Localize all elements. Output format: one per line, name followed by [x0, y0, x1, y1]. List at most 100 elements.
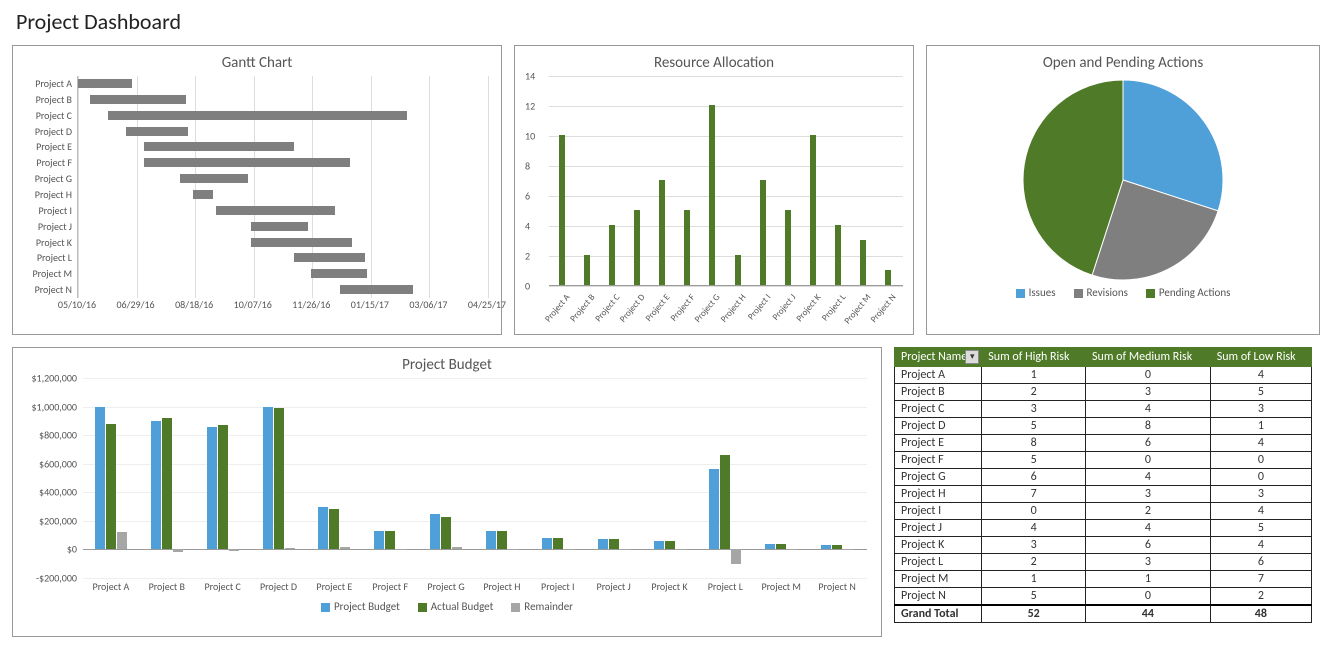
cell-name: Project H — [895, 486, 982, 503]
resource-x-tick: Project D — [618, 292, 648, 325]
budget-chart-panel: Project Budget -$200,000$0$200,000$400,0… — [12, 347, 882, 637]
page-title: Project Dashboard — [16, 8, 1324, 35]
cell-name: Project E — [895, 435, 982, 452]
pie-legend: Issues Revisions Pending Actions — [927, 286, 1319, 299]
gantt-row-label: Project E — [22, 139, 72, 154]
budget-x-tick: Project F — [372, 580, 408, 593]
resource-y-tick: 12 — [525, 100, 535, 113]
budget-x-tick: Project A — [93, 580, 130, 593]
resource-bar — [785, 210, 791, 285]
budget-bar — [665, 541, 675, 550]
gantt-row-label: Project C — [22, 108, 72, 123]
budget-x-tick: Project I — [541, 580, 575, 593]
budget-bar — [95, 407, 105, 550]
budget-bar — [731, 549, 741, 563]
cell-med: 4 — [1086, 520, 1211, 537]
resource-x-tick: Project C — [593, 292, 622, 324]
budget-bar — [263, 407, 273, 550]
pie-title: Open and Pending Actions — [927, 46, 1319, 76]
budget-bar — [162, 418, 172, 549]
resource-x-tick: Project I — [745, 292, 773, 322]
gantt-bar — [216, 206, 334, 215]
resource-x-tick: Project E — [643, 292, 672, 324]
budget-title: Project Budget — [13, 348, 881, 378]
cell-name: Project L — [895, 554, 982, 571]
budget-bar — [106, 424, 116, 550]
budget-x-tick: Project L — [708, 580, 743, 593]
budget-legend: Project Budget Actual Budget Remainder — [13, 600, 881, 613]
budget-bar — [497, 531, 507, 550]
gantt-x-tick: 06/29/16 — [116, 298, 154, 311]
legend-actual-budget: Actual Budget — [418, 600, 494, 613]
gantt-chart-panel: Gantt Chart Project AProject BProject CP… — [12, 45, 502, 335]
resource-x-tick: Project G — [693, 292, 723, 325]
pie-chart-panel: Open and Pending Actions Issues Revision… — [926, 45, 1320, 335]
resource-bar — [810, 135, 816, 285]
table-row: Project D 5 8 1 — [895, 418, 1312, 435]
cell-high: 3 — [982, 401, 1086, 418]
gantt-bar — [180, 174, 248, 183]
budget-bar — [843, 549, 853, 550]
gantt-row-label: Project G — [22, 171, 72, 186]
cell-high: 52 — [982, 605, 1086, 623]
budget-bar — [620, 549, 630, 550]
resource-bar — [735, 255, 741, 285]
cell-high: 8 — [982, 435, 1086, 452]
resource-bar — [684, 210, 690, 285]
budget-bar — [452, 547, 462, 550]
cell-low: 5 — [1210, 520, 1311, 537]
cell-high: 3 — [982, 537, 1086, 554]
risk-table: Project Name ▾ Sum of High Risk Sum of M… — [894, 347, 1312, 623]
cell-name: Project D — [895, 418, 982, 435]
risk-header-name[interactable]: Project Name ▾ — [895, 348, 982, 367]
cell-med: 3 — [1086, 384, 1211, 401]
gantt-bar — [144, 158, 350, 167]
budget-bar — [374, 531, 384, 550]
risk-header-high: Sum of High Risk — [982, 348, 1086, 367]
resource-bar — [860, 240, 866, 285]
table-row: Project J 4 4 5 — [895, 520, 1312, 537]
budget-x-tick: Project C — [204, 580, 240, 593]
cell-med: 4 — [1086, 469, 1211, 486]
cell-name: Project B — [895, 384, 982, 401]
resource-title: Resource Allocation — [515, 46, 913, 76]
cell-low: 4 — [1210, 503, 1311, 520]
budget-bar — [117, 532, 127, 549]
table-row: Project A 1 0 4 — [895, 367, 1312, 384]
cell-name: Project F — [895, 452, 982, 469]
resource-y-tick: 4 — [525, 220, 530, 233]
cell-high: 2 — [982, 554, 1086, 571]
gantt-bar — [251, 222, 307, 231]
filter-dropdown-icon[interactable]: ▾ — [965, 350, 979, 364]
budget-x-tick: Project M — [761, 580, 801, 593]
risk-header-low: Sum of Low Risk — [1210, 348, 1311, 367]
table-row: Project H 7 3 3 — [895, 486, 1312, 503]
resource-bar — [709, 105, 715, 285]
cell-low: 5 — [1210, 384, 1311, 401]
budget-bar — [776, 544, 786, 550]
gantt-bar — [311, 269, 367, 278]
budget-x-tick: Project G — [427, 580, 464, 593]
budget-bar — [207, 427, 217, 550]
cell-high: 5 — [982, 588, 1086, 606]
budget-bar — [676, 549, 686, 550]
cell-high: 1 — [982, 367, 1086, 384]
cell-med: 3 — [1086, 486, 1211, 503]
gantt-row-label: Project M — [22, 266, 72, 281]
resource-y-tick: 0 — [525, 280, 530, 293]
cell-high: 1 — [982, 571, 1086, 588]
table-row: Project L 2 3 6 — [895, 554, 1312, 571]
budget-x-tick: Project J — [597, 580, 631, 593]
gantt-bar — [126, 127, 188, 136]
cell-name: Project K — [895, 537, 982, 554]
budget-bar — [486, 531, 496, 550]
resource-x-tick: Project J — [770, 292, 798, 323]
budget-y-tick: $600,000 — [17, 457, 77, 470]
gantt-row-label: Project H — [22, 187, 72, 202]
budget-bar — [609, 539, 619, 549]
gantt-bar — [340, 285, 413, 294]
budget-bar — [229, 549, 239, 550]
resource-x-axis: Project AProject BProject CProject DProj… — [549, 286, 903, 330]
gantt-bar — [251, 238, 352, 247]
budget-bar — [441, 517, 451, 550]
